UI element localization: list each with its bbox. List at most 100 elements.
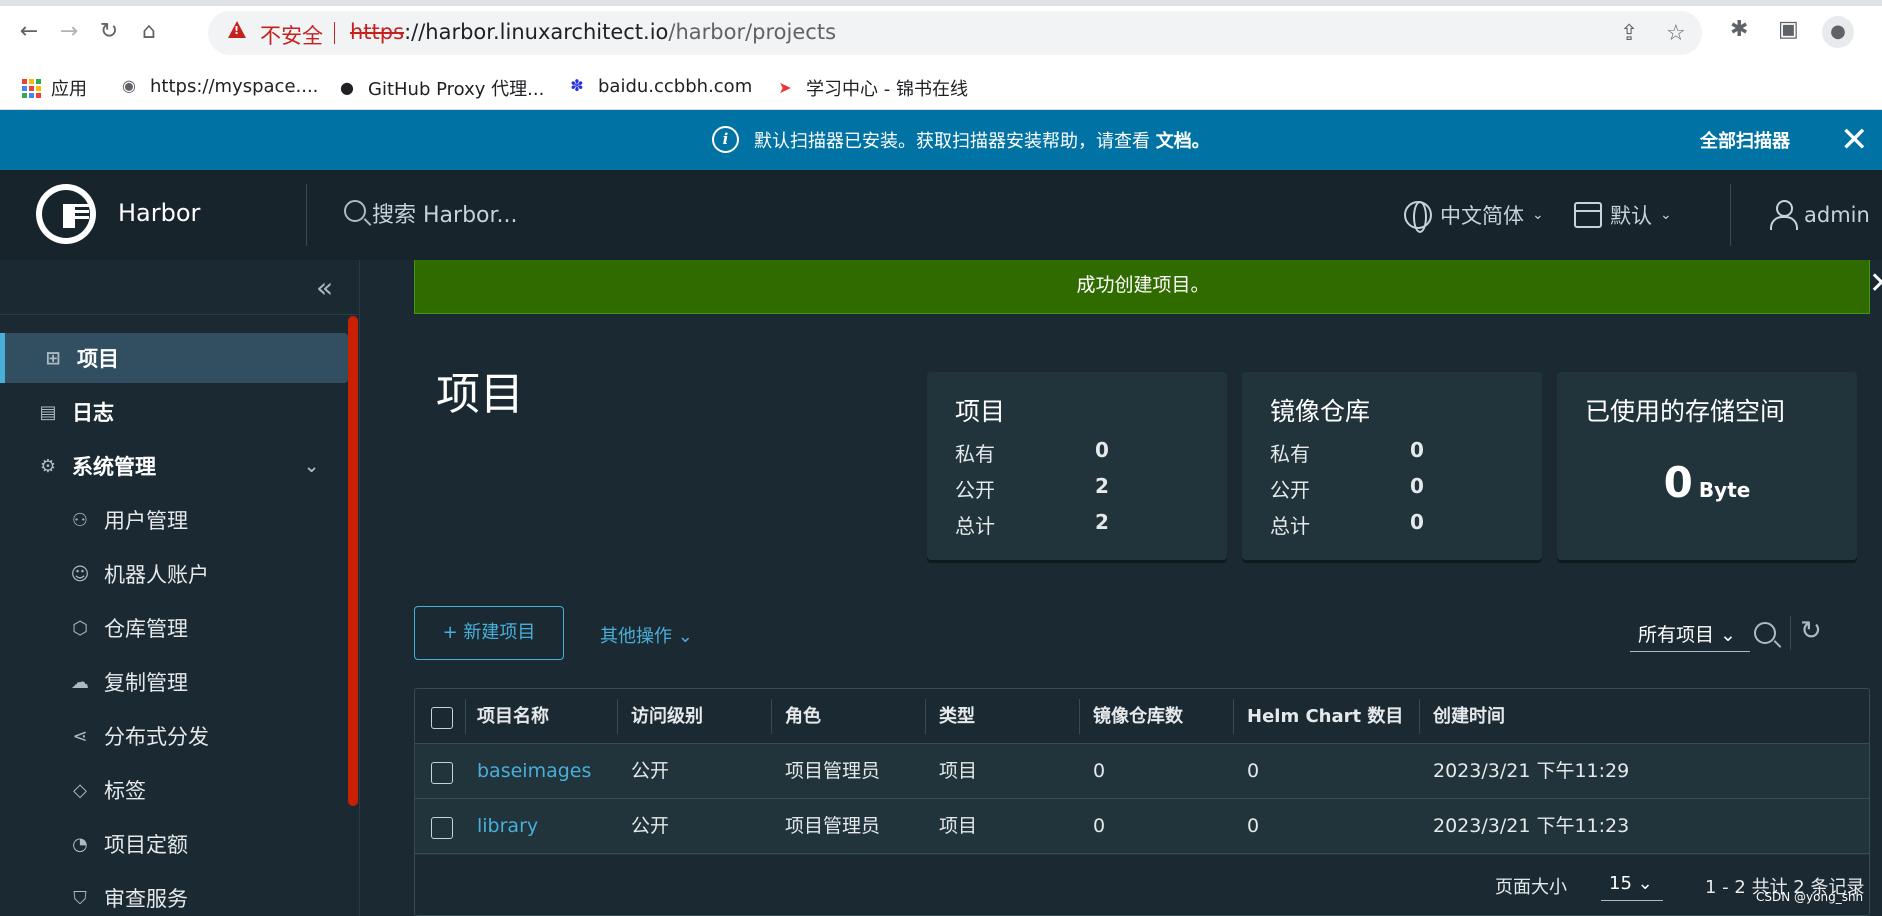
watermark: CSDN @yong_shh xyxy=(1756,890,1864,904)
bookmark-myspace[interactable]: ◉ https://myspace.... xyxy=(118,75,318,97)
column-header-repo-count[interactable]: 镜像仓库数 xyxy=(1093,689,1183,744)
creation-time: 2023/3/21 下午11:23 xyxy=(1433,815,1630,837)
card-title: 镜像仓库 xyxy=(1270,397,1371,426)
reload-icon[interactable]: ↻ xyxy=(94,17,124,47)
profile-avatar-icon[interactable]: ● xyxy=(1822,16,1854,48)
user-menu[interactable]: admin xyxy=(1770,200,1870,230)
omnibox-separator xyxy=(334,22,335,44)
row-label: 私有 xyxy=(955,442,995,466)
column-header-type[interactable]: 类型 xyxy=(939,689,975,744)
all-scanners-link[interactable]: 全部扫描器 xyxy=(1700,127,1790,153)
globe-icon xyxy=(1404,201,1432,233)
refresh-icon[interactable]: ↻ xyxy=(1800,616,1822,646)
share-page-icon[interactable]: ⇪ xyxy=(1620,21,1638,46)
sidebar-item-projects[interactable]: ⊞ 项目 xyxy=(0,333,348,383)
select-all-checkbox[interactable] xyxy=(431,707,453,729)
sidebar-item-registries[interactable]: ⬡ 仓库管理 xyxy=(0,603,348,653)
info-icon: i xyxy=(712,126,739,153)
address-bar[interactable]: 不安全 https://harbor.linuxarchitect.io/har… xyxy=(208,11,1702,55)
card-row: 私有 0 xyxy=(1270,438,1520,467)
sidebar-item-replications[interactable]: ☁ 复制管理 xyxy=(0,657,348,707)
project-filter-select[interactable]: 所有项目 ⌄ xyxy=(1630,620,1750,652)
repo-count: 0 xyxy=(1093,815,1106,837)
bookmark-github-proxy[interactable]: ● GitHub Proxy 代理... xyxy=(336,75,544,101)
row-label: 私有 xyxy=(1270,442,1310,466)
card-row: 私有 0 xyxy=(955,438,1205,467)
column-header-role[interactable]: 角色 xyxy=(785,689,821,744)
new-project-button[interactable]: + 新建项目 xyxy=(414,606,564,660)
jinshu-icon: ➤ xyxy=(778,78,792,97)
close-icon[interactable]: ✕ xyxy=(1840,120,1869,160)
sidebar-item-label: 复制管理 xyxy=(104,671,188,695)
datetime-dropdown[interactable]: 默认 ⌄ xyxy=(1574,200,1672,230)
card-row: 总计 2 xyxy=(955,510,1205,539)
column-header-helm-count[interactable]: Helm Chart 数目 xyxy=(1247,689,1403,744)
sidebar-item-users[interactable]: ⚇ 用户管理 xyxy=(0,495,348,545)
bookmark-star-icon[interactable]: ☆ xyxy=(1666,21,1686,46)
forward-arrow-icon[interactable]: → xyxy=(54,17,84,47)
main-content: 成功创建项目。 ✕ 项目 项目 私有 0 公开 2 总计 2 镜像仓库 私有 0 公开 0… xyxy=(360,260,1882,916)
more-actions-dropdown[interactable]: 其他操作 ⌄ xyxy=(600,622,693,648)
row-checkbox[interactable] xyxy=(431,762,453,784)
row-label: 公开 xyxy=(1270,478,1310,502)
column-header-created[interactable]: 创建时间 xyxy=(1433,689,1505,744)
warning-icon[interactable] xyxy=(228,21,246,38)
home-icon[interactable]: ⌂ xyxy=(134,17,164,47)
language-dropdown[interactable]: 中文简体 ⌄ xyxy=(1404,200,1544,233)
github-icon: ● xyxy=(340,78,354,97)
column-header-name[interactable]: 项目名称 xyxy=(477,689,549,744)
banner-docs-link[interactable]: 文档。 xyxy=(1156,131,1210,152)
global-search-input[interactable] xyxy=(372,198,772,232)
table-row: library 公开 项目管理员 项目 0 0 2023/3/21 下午11:2… xyxy=(415,799,1869,854)
language-label: 中文简体 xyxy=(1440,204,1524,228)
sidebar-item-interrogation[interactable]: ⛉ 审查服务 xyxy=(0,873,348,916)
username: admin xyxy=(1804,203,1870,227)
insecure-label[interactable]: 不安全 xyxy=(260,20,323,50)
page-size-select[interactable]: 15 ⌄ xyxy=(1601,869,1663,901)
bookmark-apps[interactable]: 应用 xyxy=(22,75,87,101)
project-name-link[interactable]: library xyxy=(477,799,538,854)
sidebar-item-label: 日志 xyxy=(72,401,114,425)
back-arrow-icon[interactable]: ← xyxy=(14,17,44,47)
creation-time: 2023/3/21 下午11:29 xyxy=(1433,760,1630,782)
role: 项目管理员 xyxy=(785,760,881,782)
storage-value: 0 Byte xyxy=(1557,458,1857,507)
row-checkbox[interactable] xyxy=(431,817,453,839)
bookmark-label: 应用 xyxy=(51,79,87,100)
header-divider xyxy=(306,184,307,246)
type: 项目 xyxy=(939,815,978,837)
url-text[interactable]: https://harbor.linuxarchitect.io/harbor/… xyxy=(350,20,836,44)
brand-name[interactable]: Harbor xyxy=(118,199,200,227)
sidebar-item-labels[interactable]: ◇ 标签 xyxy=(0,765,348,815)
storage-number: 0 xyxy=(1663,458,1693,507)
sidebar-item-robot-accounts[interactable]: ☺ 机器人账户 xyxy=(0,549,348,599)
side-panel-icon[interactable]: ▣ xyxy=(1778,17,1799,42)
scanner-info-banner: i 默认扫描器已安装。获取扫描器安装帮助，请查看 文档。 全部扫描器 ✕ xyxy=(0,110,1882,170)
column-separator xyxy=(925,699,926,734)
storage-unit: Byte xyxy=(1698,478,1751,502)
column-header-access[interactable]: 访问级别 xyxy=(631,689,703,744)
share-icon: ⋖ xyxy=(72,725,88,747)
project-name-link[interactable]: baseimages xyxy=(477,744,591,799)
collapse-sidebar-icon[interactable]: « xyxy=(316,274,333,302)
close-icon[interactable]: ✕ xyxy=(1869,264,1882,304)
harbor-logo-icon[interactable] xyxy=(36,184,96,244)
bookmark-jinshu[interactable]: ➤ 学习中心 - 锦书在线 xyxy=(774,75,968,101)
url-host: ://harbor.linuxarchitect.io xyxy=(404,20,669,44)
storage-summary-card: 已使用的存储空间 0 Byte xyxy=(1557,372,1857,560)
sidebar-item-quotas[interactable]: ◔ 项目定额 xyxy=(0,819,348,869)
sidebar-item-logs[interactable]: ▤ 日志 xyxy=(0,387,348,437)
sidebar-item-administration[interactable]: ⚙ 系统管理 ⌄ xyxy=(0,441,348,491)
search-icon[interactable] xyxy=(1754,622,1776,644)
extensions-puzzle-icon[interactable]: ✱ xyxy=(1730,17,1748,42)
sidebar-scrollbar[interactable] xyxy=(348,316,358,806)
bookmark-label: 学习中心 - 锦书在线 xyxy=(806,79,968,100)
user-icon xyxy=(1770,200,1798,230)
bookmark-baidu[interactable]: ✽ baidu.ccbbh.com xyxy=(566,75,752,97)
card-title: 项目 xyxy=(955,397,1006,426)
sidebar-item-distributions[interactable]: ⋖ 分布式分发 xyxy=(0,711,348,761)
page-title: 项目 xyxy=(436,369,524,420)
quota-icon: ◔ xyxy=(72,833,88,855)
chevron-down-icon: ⌄ xyxy=(1660,207,1672,223)
sidebar-item-label: 项目定额 xyxy=(104,833,188,857)
